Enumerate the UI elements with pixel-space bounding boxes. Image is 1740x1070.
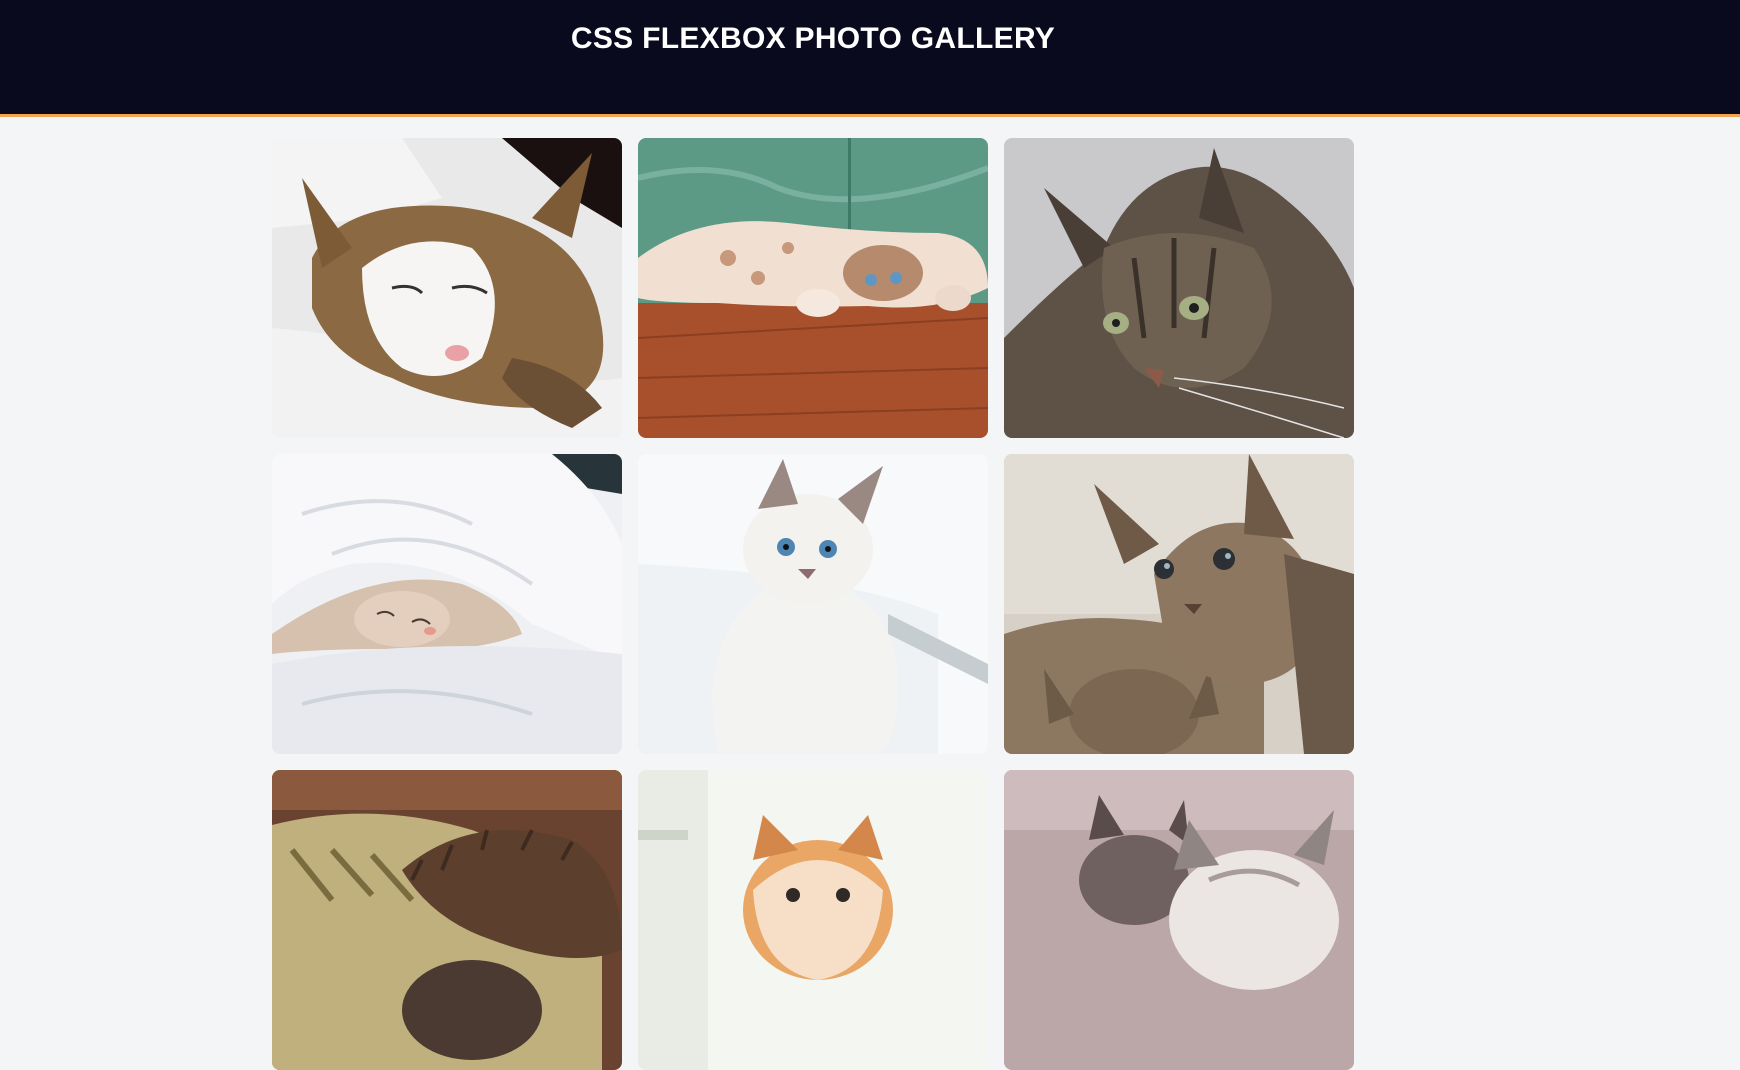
cat-photo-image <box>1004 138 1354 438</box>
cat-photo-image <box>638 454 988 754</box>
cat-photo-image <box>272 454 622 754</box>
gallery-photo[interactable] <box>1004 770 1354 1070</box>
cat-photo-image <box>272 138 622 438</box>
gallery-photo[interactable] <box>1004 138 1354 438</box>
gallery-photo[interactable] <box>272 138 622 438</box>
page-title: CSS FLEXBOX PHOTO GALLERY <box>570 22 1056 55</box>
gallery-photo[interactable] <box>272 454 622 754</box>
gallery-photo[interactable] <box>638 138 988 438</box>
photo-gallery <box>272 138 1362 1070</box>
gallery-photo[interactable] <box>638 770 988 1070</box>
cat-photo-image <box>1004 454 1354 754</box>
cat-photo-image <box>1004 770 1354 1070</box>
gallery-photo[interactable] <box>272 770 622 1070</box>
cat-photo-image <box>638 138 988 438</box>
gallery-photo[interactable] <box>638 454 988 754</box>
page-header: CSS FLEXBOX PHOTO GALLERY <box>0 0 1740 117</box>
cat-photo-image <box>638 770 988 1070</box>
cat-photo-image <box>272 770 622 1070</box>
gallery-photo[interactable] <box>1004 454 1354 754</box>
